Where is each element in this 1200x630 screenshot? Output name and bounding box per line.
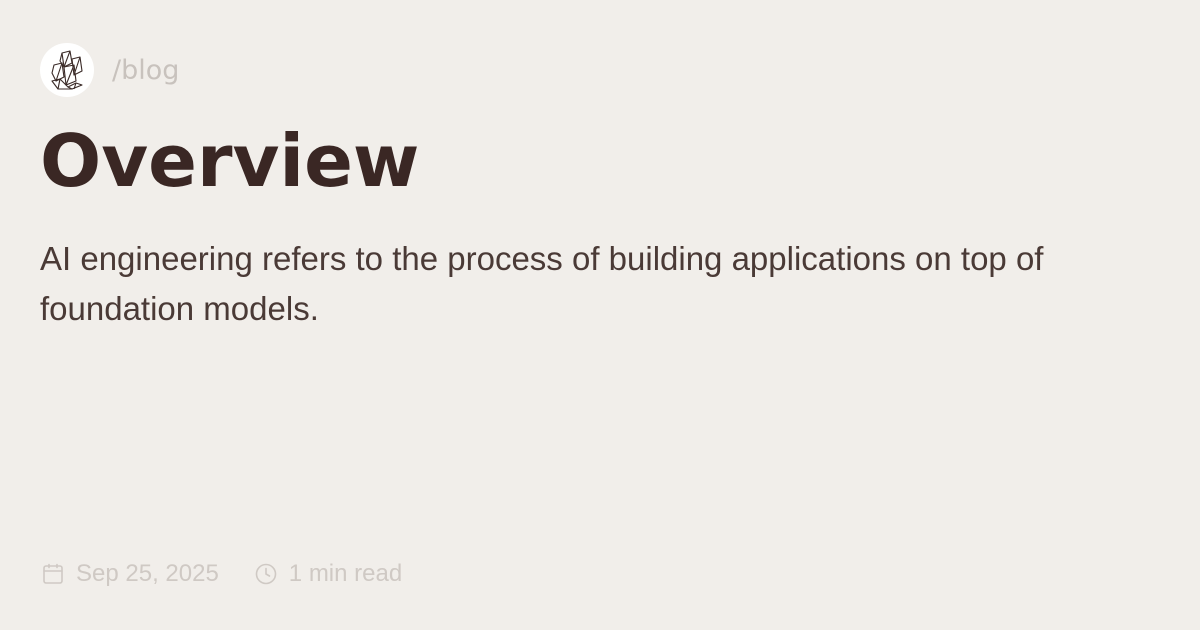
page-title: Overview bbox=[40, 119, 420, 203]
read-time: 1 min read bbox=[253, 560, 402, 588]
date-text: Sep 25, 2025 bbox=[76, 560, 219, 587]
post-meta: Sep 25, 2025 1 min read bbox=[40, 556, 402, 592]
crystal-logo-icon[interactable] bbox=[40, 43, 94, 97]
post-date: Sep 25, 2025 bbox=[40, 560, 219, 588]
calendar-icon bbox=[40, 561, 66, 587]
post-description: AI engineering refers to the process of … bbox=[40, 240, 1044, 327]
site-header: /blog bbox=[40, 42, 179, 98]
clock-icon bbox=[253, 561, 279, 587]
section-label[interactable]: /blog bbox=[112, 55, 179, 86]
read-time-text: 1 min read bbox=[288, 560, 403, 587]
